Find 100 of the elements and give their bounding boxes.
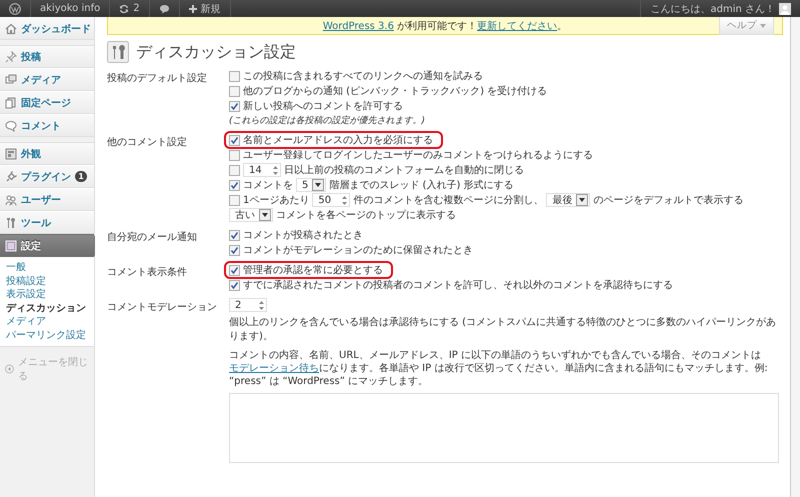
option-label: 名前とメールアドレスの入力を必須にする: [243, 134, 433, 147]
menu-item[interactable]: メディア: [0, 68, 94, 91]
menu-item[interactable]: 外観: [0, 142, 94, 165]
caret-down-icon: [315, 183, 322, 187]
submenu-item[interactable]: 投稿設定: [6, 274, 94, 288]
checkbox[interactable]: [229, 180, 240, 190]
menu-label: プラグイン: [21, 170, 71, 184]
option-label: すでに承認されたコメントの投稿者のコメントを許可し、それ以外のコメントを承認待ちにする: [243, 278, 673, 292]
option-label: 個以上のリンクを含んでいる場合は承認待ちにする (コメントスパムに共通する特徴のひとつに多数のハイパーリンクがあります)。: [229, 316, 778, 343]
layout-icon: [5, 148, 17, 160]
avatar-icon: [779, 2, 791, 14]
option-label: この投稿に含まれるすべてのリンクへの通知を試みる: [243, 70, 483, 83]
menu-label: 固定ページ: [21, 96, 71, 110]
checkbox[interactable]: [229, 244, 240, 256]
setting-label: コメントモデレーション: [107, 301, 218, 315]
wordpress-logo-icon[interactable]: [9, 2, 21, 14]
menu-label: コメント: [21, 120, 61, 132]
menu-item[interactable]: 設定: [0, 234, 94, 257]
checkbox[interactable]: [229, 230, 240, 240]
menu-label: 外観: [21, 148, 41, 160]
option-label: コメントを: [243, 179, 293, 192]
checkbox[interactable]: [229, 134, 240, 146]
select-field[interactable]: 5: [296, 178, 326, 192]
checkbox[interactable]: [229, 100, 240, 112]
menu-label: 投稿: [21, 50, 41, 64]
media-icon: [5, 74, 17, 86]
menu-label: メディア: [21, 74, 61, 86]
menu-label: ダッシュボード: [21, 22, 91, 36]
menu-item[interactable]: プラグイン 1: [0, 165, 94, 188]
checkbox[interactable]: [229, 86, 240, 96]
menu-label: ユーザー: [21, 194, 61, 206]
setting-label: コメント表示条件: [107, 266, 188, 280]
collapse-icon: [5, 364, 14, 374]
number-field[interactable]: 14: [243, 163, 281, 177]
update-notice-text: WordPress 3.6 が利用可能です！更新してください。: [322, 20, 568, 32]
settings-page-icon: [107, 41, 129, 63]
menu-label: ツール: [21, 216, 51, 230]
checkbox[interactable]: [229, 280, 240, 290]
option-label: 他のブログからの通知 (ピンバック・トラックバック) を受け付ける: [243, 84, 548, 98]
settings-icon: [5, 240, 17, 252]
option-label: 階層までのスレッド (入れ子) 形式にする: [329, 178, 514, 192]
submenu-item[interactable]: 一般: [6, 261, 94, 274]
menu-item[interactable]: 投稿: [0, 45, 94, 68]
pin-icon: [5, 50, 17, 62]
moderation-link[interactable]: モデレーション待ち: [229, 363, 319, 374]
comment-icon: [5, 120, 17, 132]
pages-icon: [5, 96, 17, 108]
option-label: コメントを各ページのトップに表示する: [276, 208, 456, 222]
note-text: (これらの設定は各投稿の設定が優先されます。): [229, 114, 426, 127]
spinner-icon: [341, 194, 348, 206]
number-field[interactable]: 50: [312, 193, 350, 207]
checkbox[interactable]: [229, 264, 240, 276]
menu-item[interactable]: ダッシュボード: [0, 17, 94, 40]
check-icon: [230, 180, 239, 190]
menu-item[interactable]: 固定ページ: [0, 91, 94, 114]
menu-item[interactable]: ツール: [0, 211, 94, 234]
option-label: 件のコメントを含む複数ページに分割し、: [353, 194, 544, 207]
menu-item[interactable]: ユーザー: [0, 188, 94, 211]
option-label: 1ページあたり: [243, 194, 310, 207]
submenu-item[interactable]: パーマリンク設定: [6, 328, 94, 342]
count-badge: 1: [75, 171, 87, 182]
submenu-item[interactable]: 表示設定: [6, 288, 94, 302]
moderation-description: コメントの内容、名前、URL、メールアドレス、IP に以下の単語のうちいずれかでも含んでいる場合、そのコメントは モデレーション待ちになります。各単語や IP は改行で区切ってください。単語内に含まれる語句にもマッチします。例: “press” は “WordPress” にマッチします。: [229, 349, 769, 388]
help-button[interactable]: ヘルプ: [719, 17, 774, 35]
moderation-keywords-field[interactable]: [229, 393, 779, 463]
check-icon: [230, 102, 239, 110]
checkbox[interactable]: [229, 194, 240, 206]
setting-label: 投稿のデフォルト設定: [107, 72, 208, 86]
house-icon: [5, 22, 17, 34]
check-icon: [230, 136, 239, 144]
checkbox[interactable]: [229, 150, 240, 160]
submenu-item[interactable]: メディア: [6, 315, 94, 328]
option-label: のページをデフォルトで表示する: [593, 194, 744, 207]
number-field[interactable]: 2: [229, 298, 267, 312]
spinner-icon: [258, 300, 265, 310]
setting-label: 自分宛のメール通知: [107, 230, 198, 245]
select-field[interactable]: 古い: [229, 208, 273, 222]
comment-icon[interactable]: [158, 4, 170, 14]
checkbox[interactable]: [229, 70, 240, 82]
spinner-icon: [272, 164, 279, 176]
users-icon: [5, 194, 17, 206]
select-field[interactable]: 最後: [546, 193, 590, 207]
option-label: ユーザー登録してログインしたユーザーのみコメントをつけられるようにする: [243, 149, 593, 162]
checkbox[interactable]: [229, 164, 240, 176]
submenu-item[interactable]: ディスカッション: [6, 302, 94, 315]
option-label: 日以上前の投稿のコメントフォームを自動的に閉じる: [284, 164, 524, 177]
option-label: 管理者の承認を常に必要とする: [243, 264, 383, 277]
option-label: コメントがモデレーションのために保留されたとき: [243, 244, 473, 257]
option-label: 新しい投稿へのコメントを許可する: [243, 100, 403, 113]
notice-link[interactable]: WordPress 3.6: [322, 20, 394, 32]
plug-icon: [5, 170, 17, 182]
caret-down-icon: [579, 198, 586, 202]
menu-item[interactable]: コメント: [0, 114, 94, 137]
caret-down-icon: [760, 24, 766, 28]
notice-link[interactable]: 更新してください: [477, 20, 558, 32]
setting-label: 他のコメント設定: [107, 136, 188, 150]
refresh-icon: [119, 4, 130, 14]
tools-icon: [5, 216, 17, 228]
menu-label: 設定: [21, 239, 41, 252]
option-label: コメントが投稿されたとき: [243, 228, 363, 242]
